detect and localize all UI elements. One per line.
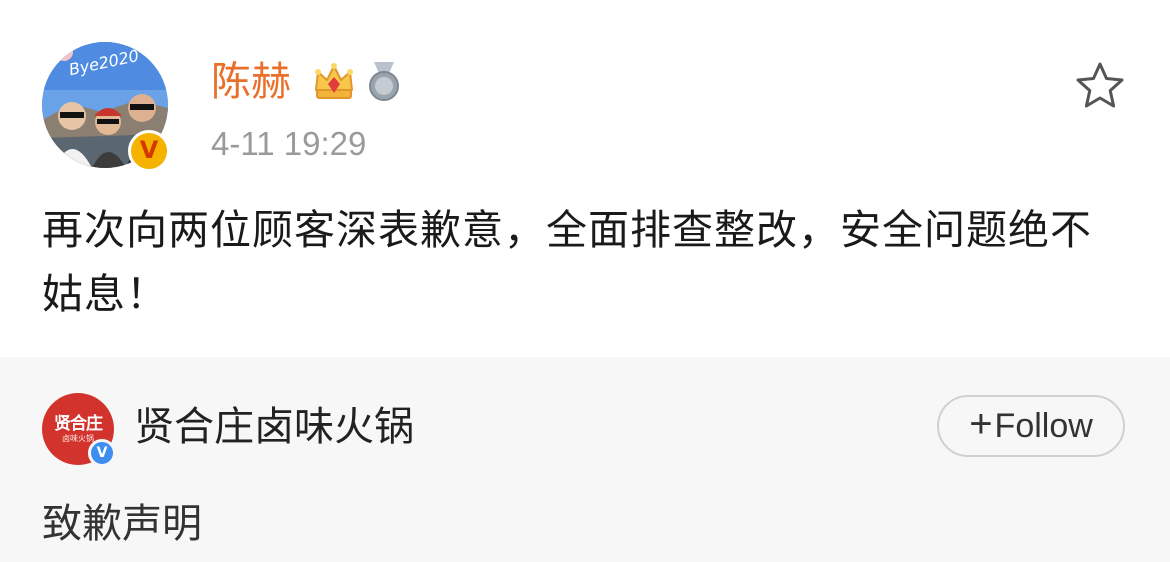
weibo-post: Bye2020 V 陈赫 4-11 19:29 再次向两位顾客深表歉意，全面排查…	[0, 0, 1170, 357]
follow-label: Follow	[994, 407, 1093, 445]
repost-card[interactable]: 贤合庄 卤味火锅 V 贤合庄卤味火锅 + Follow 致歉声明	[0, 357, 1170, 562]
follow-button[interactable]: + Follow	[937, 395, 1125, 457]
medal-icon[interactable]	[364, 60, 404, 102]
shop-name[interactable]: 贤合庄卤味火锅	[134, 401, 414, 453]
star-outline-icon[interactable]	[1074, 60, 1126, 112]
crown-icon[interactable]	[312, 60, 356, 104]
verified-badge-letter: V	[139, 136, 159, 164]
verified-badge: V	[128, 130, 170, 172]
plus-icon: +	[969, 402, 993, 446]
author-name[interactable]: 陈赫	[211, 56, 291, 108]
shop-logo-text: 贤合庄	[54, 414, 103, 434]
shop-logo-subtext: 卤味火锅	[62, 434, 94, 443]
post-timestamp: 4-11 19:29	[211, 125, 367, 162]
repost-content: 致歉声明	[42, 501, 202, 547]
shop-verified-letter: V	[96, 444, 108, 461]
post-content: 再次向两位顾客深表歉意，全面排查整改，安全问题绝不姑息！	[42, 206, 1092, 318]
shop-verified-badge: V	[88, 439, 116, 467]
